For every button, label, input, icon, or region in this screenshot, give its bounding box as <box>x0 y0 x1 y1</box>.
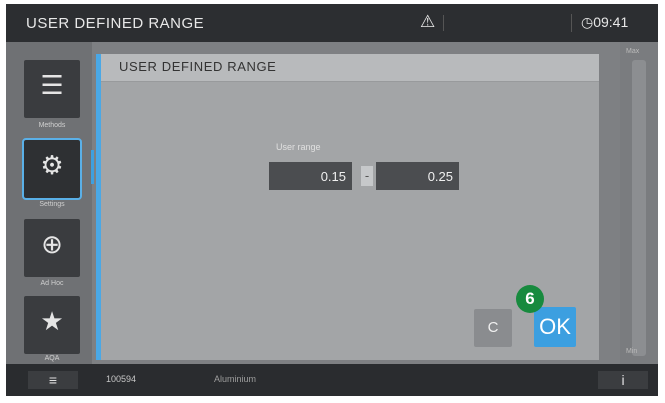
dialog-title: USER DEFINED RANGE <box>119 59 277 74</box>
top-bar: USER DEFINED RANGE ⚠ ◷09:41 <box>6 4 658 42</box>
settings-gear-icon: ⚙ <box>40 150 64 180</box>
sidebar: ☰ Methods ⚙ Settings ⊕ Ad Hoc ★ AQA <box>6 42 92 364</box>
sidebar-item-label: Methods <box>38 122 66 129</box>
app-frame: USER DEFINED RANGE ⚠ ◷09:41 ☰ Methods ⚙ … <box>0 0 665 403</box>
info-icon[interactable]: i <box>598 371 648 389</box>
divider <box>443 15 444 31</box>
scale-bottom-label: Min <box>626 348 638 355</box>
sidebar-item-label: Settings <box>39 201 65 208</box>
ok-button[interactable]: OK <box>534 307 576 347</box>
clock-time: 09:41 <box>593 14 629 30</box>
warning-icon[interactable]: ⚠ <box>420 12 435 32</box>
bottom-bar: ≡ 100594 Aluminium i <box>6 364 658 396</box>
sidebar-item-label: Ad Hoc <box>40 280 64 287</box>
active-indicator <box>91 150 94 184</box>
aqa-stars-icon: ★ <box>40 306 64 336</box>
adhoc-icon: ⊕ <box>41 229 63 259</box>
method-code: 100594 <box>106 374 137 384</box>
divider <box>571 14 572 32</box>
scale-top-label: Max <box>626 48 640 55</box>
range-max-field[interactable]: 0.25 <box>376 162 459 190</box>
cancel-button[interactable]: C <box>474 309 512 347</box>
clock-icon: ◷ <box>581 14 594 30</box>
window-title: USER DEFINED RANGE <box>26 15 205 32</box>
methods-list-icon: ☰ <box>40 70 64 100</box>
scale-track[interactable] <box>632 60 646 356</box>
range-min-field[interactable]: 0.15 <box>269 162 352 190</box>
sidebar-item-settings[interactable]: ⚙ <box>22 138 82 200</box>
sidebar-item-label: AQA <box>44 355 60 362</box>
sidebar-item-aqa[interactable]: ★ <box>24 296 80 354</box>
dialog-header: USER DEFINED RANGE <box>101 54 599 82</box>
user-range-label: User range <box>276 142 321 152</box>
step-number-badge: 6 <box>516 285 544 313</box>
menu-icon[interactable]: ≡ <box>28 371 78 389</box>
user-defined-range-dialog: USER DEFINED RANGE User range 0.15 - 0.2… <box>96 54 599 360</box>
right-scale-bar: Max Min <box>620 42 658 364</box>
sidebar-item-methods[interactable]: ☰ <box>24 60 80 118</box>
method-name: Aluminium <box>214 374 257 384</box>
sidebar-item-adhoc[interactable]: ⊕ <box>24 219 80 277</box>
clock-display: ◷09:41 <box>581 14 628 31</box>
range-separator: - <box>361 166 373 186</box>
